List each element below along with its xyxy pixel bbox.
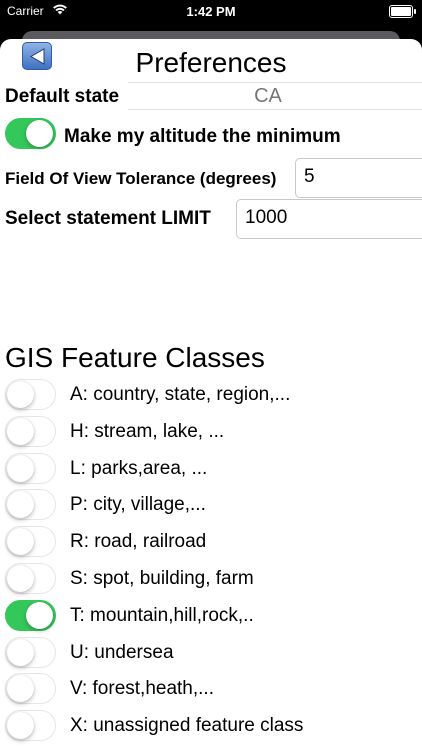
gis-class-label: H: stream, lake, ... bbox=[70, 420, 225, 442]
gis-class-row: T: mountain,hill,rock,.. bbox=[0, 598, 422, 634]
gis-class-label: A: country, state, region,... bbox=[70, 384, 291, 405]
gis-class-row: V: forest,heath,... bbox=[0, 671, 422, 707]
toggle-knob bbox=[7, 381, 34, 408]
gis-class-toggle[interactable] bbox=[5, 452, 56, 484]
limit-label: Select statement LIMIT bbox=[5, 208, 211, 229]
gis-class-toggle[interactable] bbox=[5, 489, 56, 521]
toggle-knob bbox=[26, 120, 53, 147]
gis-class-label: L: parks,area, ... bbox=[70, 457, 208, 479]
preferences-sheet: Preferences Default state CA Make my alt… bbox=[0, 39, 422, 750]
toggle-knob bbox=[7, 491, 34, 519]
toggle-knob bbox=[7, 675, 34, 703]
gis-class-row: P: city, village,... bbox=[0, 487, 422, 523]
gis-class-label: S: spot, building, farm bbox=[70, 568, 254, 589]
toggle-knob bbox=[7, 712, 34, 740]
gis-class-toggle[interactable] bbox=[5, 526, 56, 558]
status-bar: Carrier 1:42 PM bbox=[0, 0, 422, 24]
gis-class-toggle[interactable] bbox=[5, 673, 56, 705]
gis-class-toggle[interactable] bbox=[5, 636, 56, 668]
fov-label: Field Of View Tolerance (degrees) bbox=[5, 169, 277, 188]
gis-class-row: L: parks,area, ... bbox=[0, 451, 422, 487]
clock: 1:42 PM bbox=[186, 4, 236, 19]
toggle-knob bbox=[7, 417, 34, 445]
page-title: Preferences bbox=[135, 47, 287, 78]
gis-class-label: T: mountain,hill,rock,.. bbox=[70, 604, 254, 626]
gis-section-title: GIS Feature Classes bbox=[5, 342, 265, 373]
gis-class-row: U: undersea bbox=[0, 635, 422, 671]
altitude-toggle[interactable] bbox=[5, 118, 56, 149]
gis-class-toggle[interactable] bbox=[5, 379, 56, 410]
toggle-knob bbox=[7, 454, 34, 482]
gis-class-row: A: country, state, region,... bbox=[0, 377, 422, 413]
gis-class-label: U: undersea bbox=[70, 641, 174, 663]
gis-class-label: R: road, railroad bbox=[70, 531, 207, 553]
gis-class-row: H: stream, lake, ... bbox=[0, 414, 422, 450]
gis-class-label: V: forest,heath,... bbox=[70, 678, 214, 700]
gis-class-toggle[interactable] bbox=[5, 563, 56, 594]
gis-class-toggle[interactable] bbox=[5, 599, 56, 631]
toggle-knob bbox=[7, 565, 34, 592]
default-state-field[interactable]: CA bbox=[128, 82, 422, 110]
fov-input[interactable]: 5 bbox=[295, 158, 422, 198]
gis-class-toggle[interactable] bbox=[5, 415, 56, 447]
default-state-label: Default state bbox=[5, 86, 120, 107]
battery-icon bbox=[389, 5, 416, 18]
altitude-label: Make my altitude the minimum bbox=[64, 126, 341, 147]
gis-class-row: R: road, railroad bbox=[0, 524, 422, 560]
toggle-knob bbox=[26, 601, 53, 629]
toggle-knob bbox=[7, 638, 34, 666]
gis-class-label: X: unassigned feature class bbox=[70, 715, 304, 737]
toggle-knob bbox=[7, 528, 34, 556]
gis-class-row: X: unassigned feature class bbox=[0, 708, 422, 744]
gis-class-toggle[interactable] bbox=[5, 710, 56, 742]
limit-input[interactable]: 1000 bbox=[236, 199, 422, 239]
gis-class-label: P: city, village,... bbox=[70, 494, 206, 516]
gis-class-row: S: spot, building, farm bbox=[0, 561, 422, 597]
